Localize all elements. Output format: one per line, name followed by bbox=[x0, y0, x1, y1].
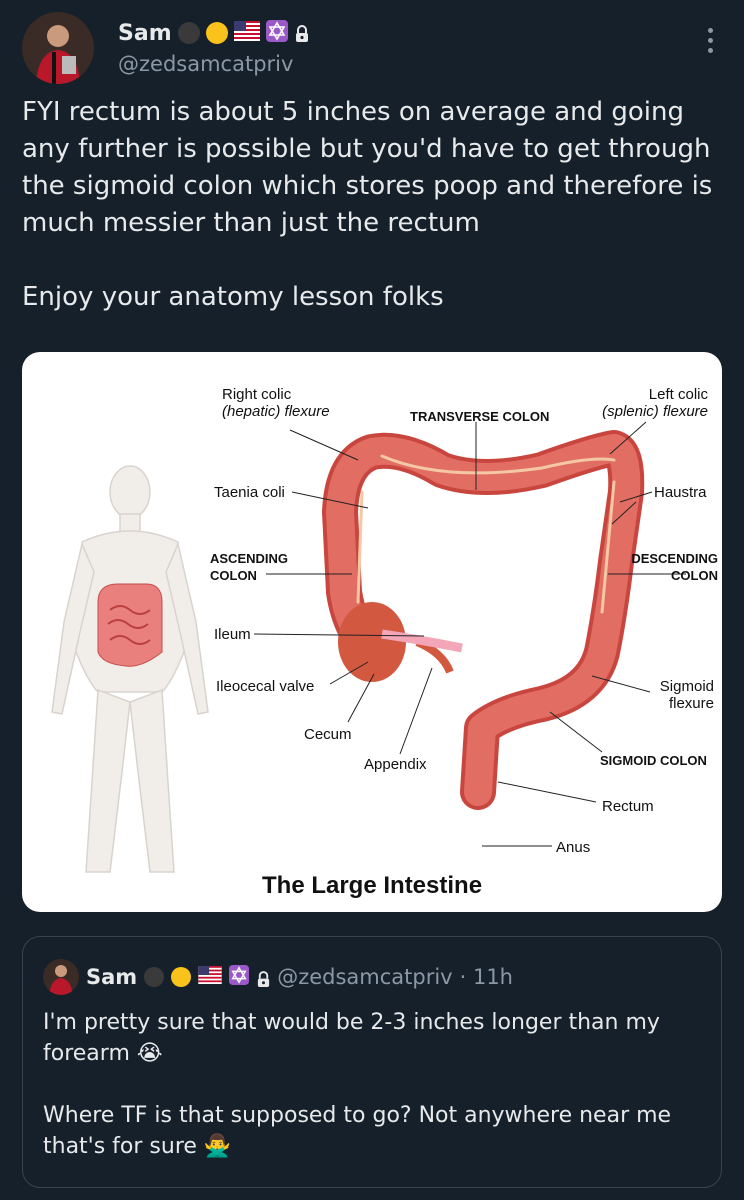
label-cecum: Cecum bbox=[304, 726, 352, 743]
quoted-post[interactable]: Sam @zedsamcatpriv · 11h I'm pretty sure… bbox=[22, 936, 722, 1188]
label-sigmoid-flexure: Sigmoid flexure bbox=[659, 678, 714, 712]
post-text: FYI rectum is about 5 inches on average … bbox=[22, 94, 727, 316]
label-appendix: Appendix bbox=[364, 756, 427, 773]
post-paragraph: Enjoy your anatomy lesson folks bbox=[22, 282, 444, 312]
quoted-paragraph: I'm pretty sure that would be 2-3 inches… bbox=[43, 1010, 660, 1066]
yellow-circle-emoji bbox=[171, 967, 192, 987]
label-rectum: Rectum bbox=[602, 798, 654, 815]
label-sigmoid-colon: SIGMOID COLON bbox=[600, 753, 707, 768]
lock-icon bbox=[294, 25, 308, 42]
lock-icon bbox=[256, 969, 270, 987]
label-ileum: Ileum bbox=[214, 626, 251, 643]
label-descending-colon: DESCENDING COLON bbox=[631, 551, 718, 583]
post-image[interactable]: Right colic (hepatic) flexure TRANSVERSE… bbox=[22, 352, 722, 912]
more-options-icon[interactable] bbox=[706, 28, 714, 58]
quoted-post-text: I'm pretty sure that would be 2-3 inches… bbox=[43, 1007, 703, 1162]
black-circle-emoji bbox=[144, 967, 165, 987]
large-intestine-illustration bbox=[51, 421, 686, 873]
label-haustra: Haustra bbox=[654, 484, 707, 501]
us-flag-emoji bbox=[233, 21, 260, 45]
quoted-post-header: Sam @zedsamcatpriv · 11h bbox=[43, 959, 513, 995]
author-handle[interactable]: @zedsamcatpriv bbox=[118, 52, 293, 76]
label-taenia-coli: Taenia coli bbox=[214, 484, 285, 501]
quoted-paragraph: Where TF is that supposed to go? Not any… bbox=[43, 1103, 672, 1159]
star-of-david-emoji bbox=[229, 964, 250, 990]
quoted-author-name[interactable]: Sam bbox=[86, 965, 137, 989]
star-of-david-emoji bbox=[265, 20, 288, 46]
quoted-avatar[interactable] bbox=[43, 959, 79, 995]
label-left-colic: Left colic (splenic) flexure bbox=[602, 386, 708, 420]
avatar[interactable] bbox=[22, 12, 94, 84]
label-right-colic: Right colic (hepatic) flexure bbox=[222, 386, 330, 420]
label-ascending-colon: ASCENDING COLON bbox=[210, 551, 289, 583]
quoted-timestamp[interactable]: · 11h bbox=[460, 965, 513, 989]
image-caption: The Large Intestine bbox=[262, 872, 483, 899]
black-circle-emoji bbox=[177, 22, 200, 44]
us-flag-emoji bbox=[198, 965, 222, 989]
label-transverse-colon: TRANSVERSE COLON bbox=[410, 409, 550, 424]
post-header: Sam @zedsamcatpriv bbox=[22, 8, 722, 84]
quoted-author-handle[interactable]: @zedsamcatpriv bbox=[277, 965, 452, 989]
label-anus: Anus bbox=[556, 839, 591, 856]
post-paragraph: FYI rectum is about 5 inches on average … bbox=[22, 97, 713, 238]
yellow-circle-emoji bbox=[205, 22, 228, 44]
label-ileocecal-valve: Ileocecal valve bbox=[216, 678, 315, 695]
author-name[interactable]: Sam bbox=[118, 21, 172, 46]
